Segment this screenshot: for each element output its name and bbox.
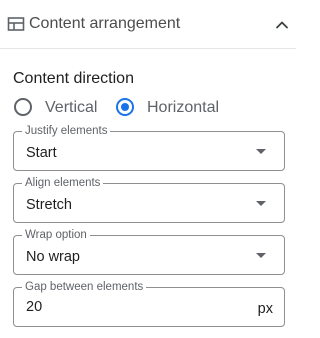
wrap-option-select[interactable]: Wrap option No wrap xyxy=(13,229,285,275)
radio-selected-dot xyxy=(121,103,129,111)
justify-elements-select[interactable]: Justify elements Start xyxy=(13,125,285,171)
justify-elements-value: Start xyxy=(26,145,57,161)
radio-vertical-circle[interactable] xyxy=(14,98,32,116)
section-header[interactable]: Content arrangement xyxy=(0,0,296,49)
gap-field[interactable]: Gap between elements px xyxy=(13,281,285,327)
align-elements-select[interactable]: Align elements Stretch xyxy=(13,177,285,223)
radio-horizontal-circle[interactable] xyxy=(116,98,134,116)
radio-vertical-label: Vertical xyxy=(45,99,98,116)
radio-horizontal-label: Horizontal xyxy=(147,99,220,116)
dropdown-arrow-icon xyxy=(256,149,266,154)
dropdown-arrow-icon xyxy=(256,253,266,258)
chevron-up-icon[interactable] xyxy=(272,15,292,35)
table-layout-icon xyxy=(7,17,25,31)
dropdown-arrow-icon xyxy=(256,201,266,206)
section-title: Content arrangement xyxy=(29,15,181,32)
gap-unit-suffix: px xyxy=(257,301,273,317)
align-elements-label: Align elements xyxy=(22,177,104,190)
wrap-option-label: Wrap option xyxy=(22,229,90,242)
wrap-option-value: No wrap xyxy=(26,249,80,265)
justify-elements-label: Justify elements xyxy=(22,125,111,138)
gap-input[interactable] xyxy=(14,288,234,326)
align-elements-value: Stretch xyxy=(26,197,72,213)
content-direction-label: Content direction xyxy=(13,70,134,87)
